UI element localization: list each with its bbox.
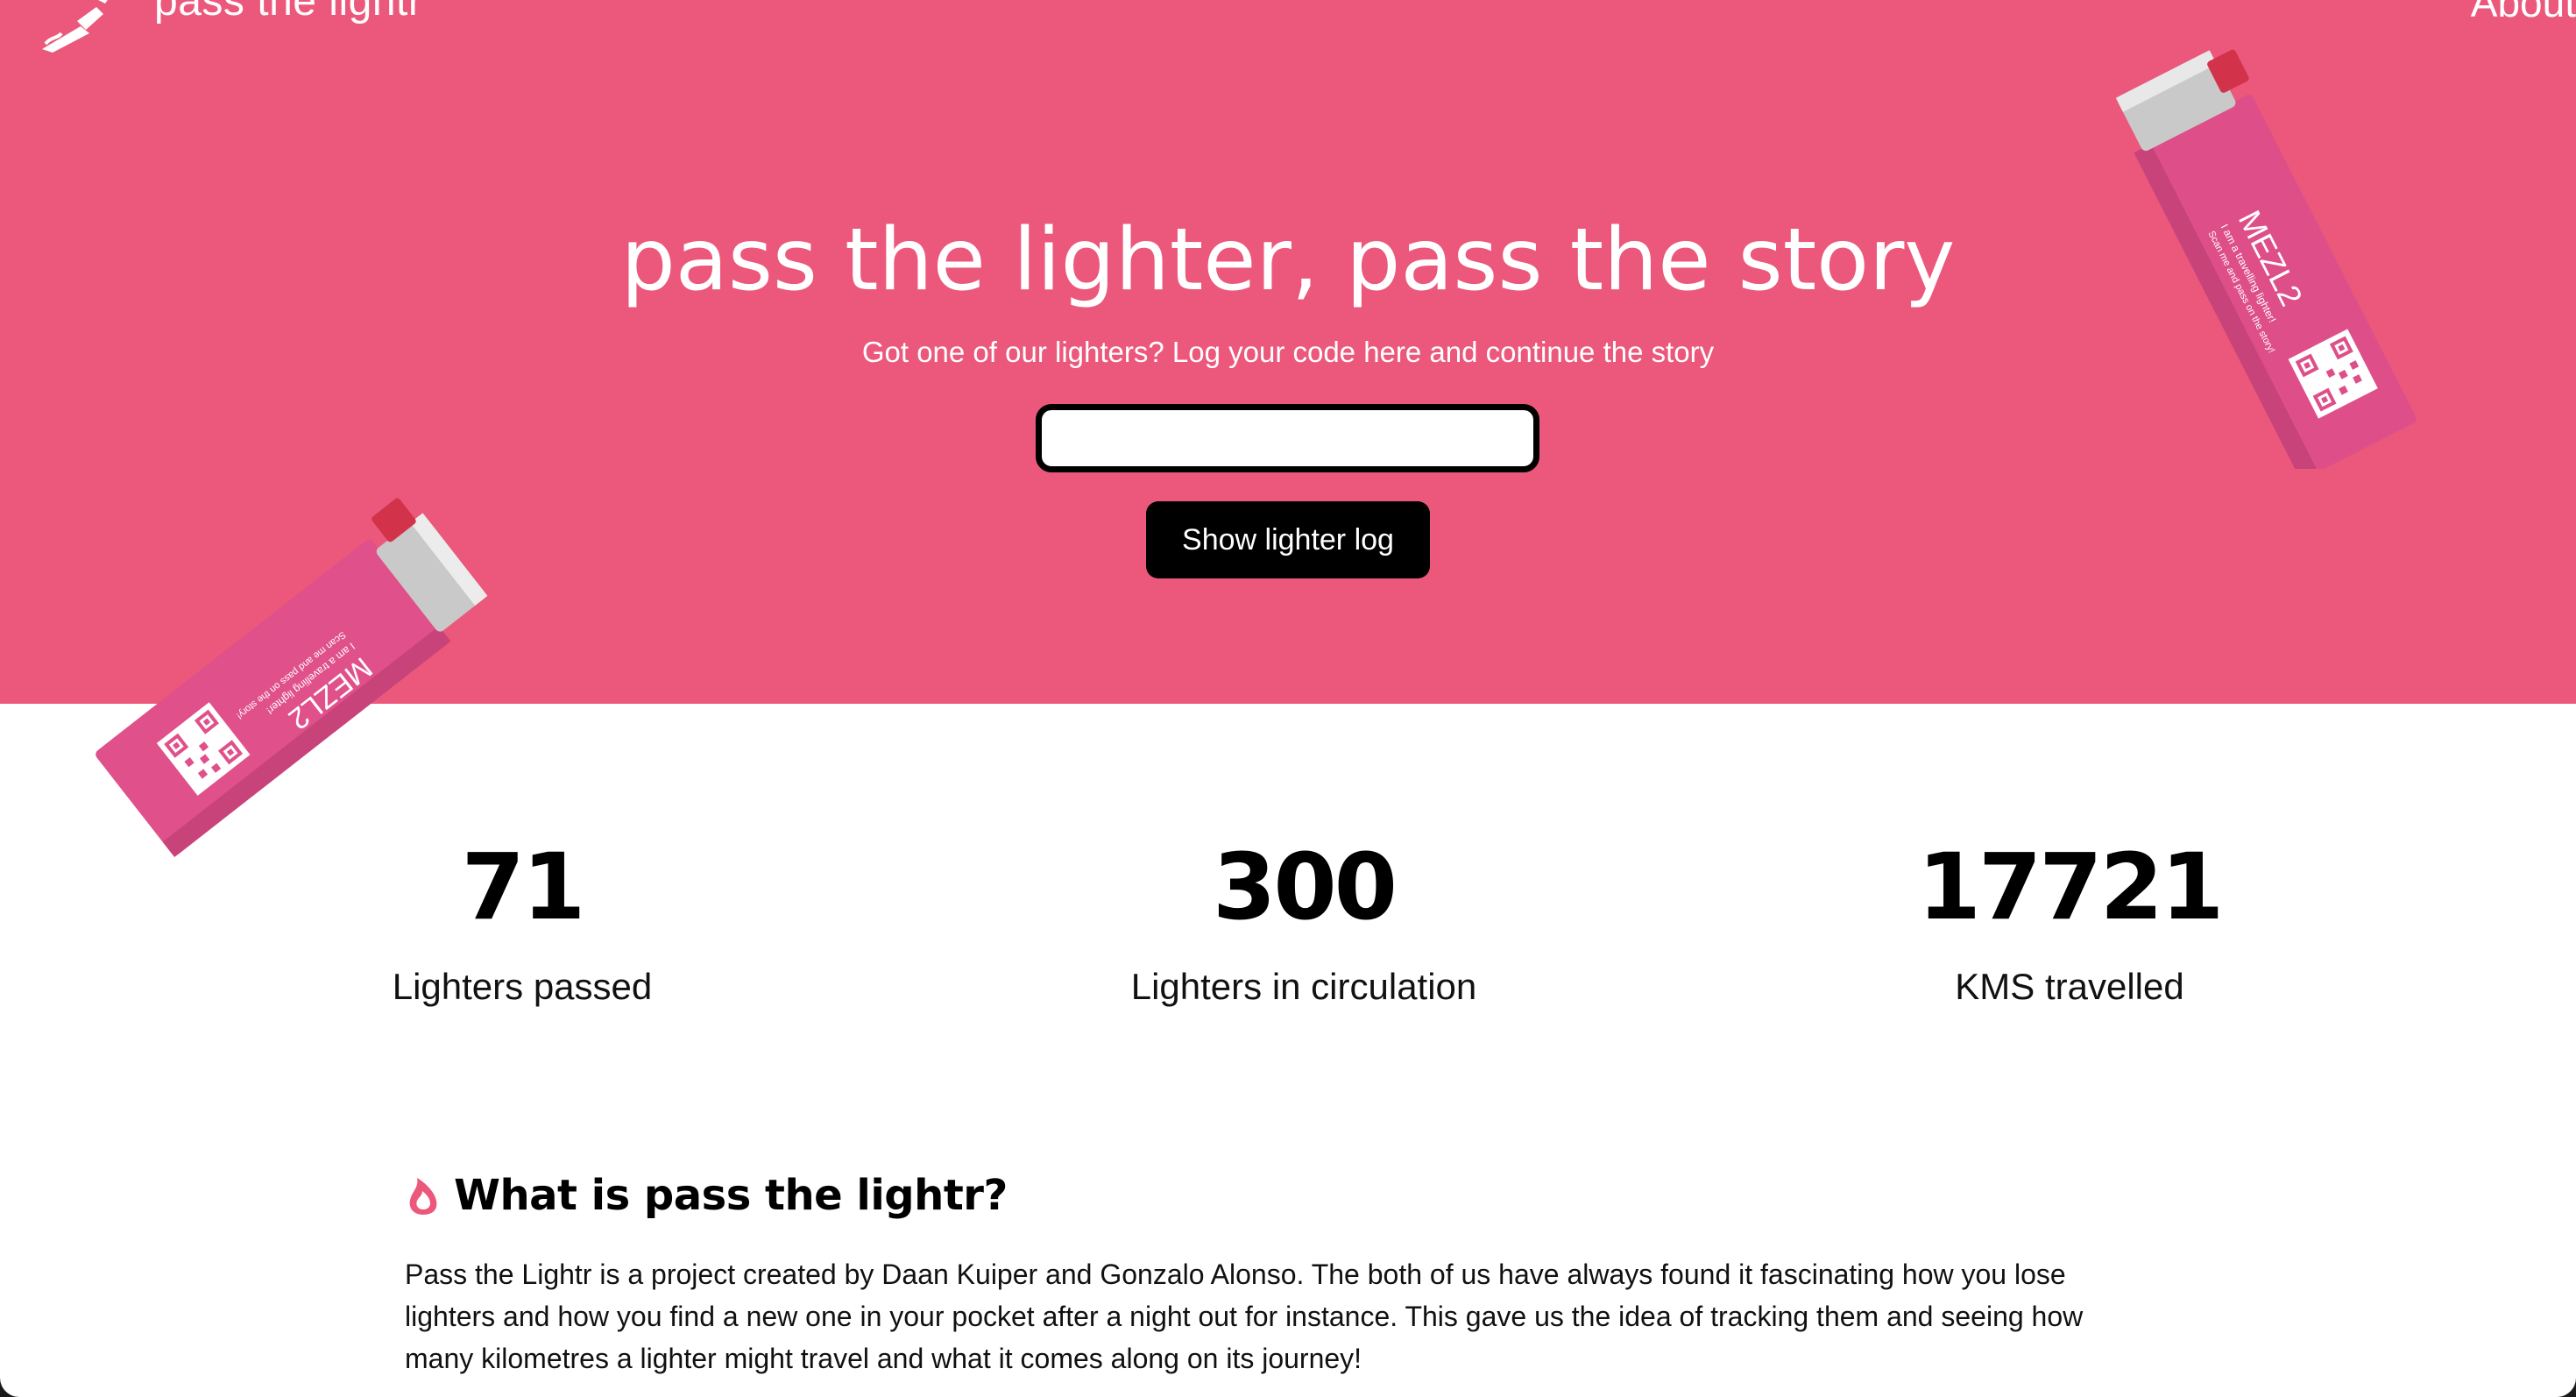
lighter-illustration-left: MEZL2 I am a travelling lighter! Scan me… — [96, 498, 488, 858]
page: pass the lightr About pass the lighter, … — [0, 0, 2576, 1397]
show-lighter-log-button[interactable]: Show lighter log — [1146, 501, 1430, 578]
about-paragraph: Pass the Lightr is a project created by … — [405, 1259, 2084, 1374]
flame-icon — [409, 1178, 437, 1215]
stat-lighters-passed: 71 Lighters passed — [216, 841, 829, 1008]
stat-value: 300 — [1212, 833, 1398, 940]
about-heading: What is pass the lightr? — [454, 1171, 1008, 1220]
lighter-flame-logo-icon[interactable] — [35, 0, 123, 54]
stat-label: Lighters in circulation — [1130, 966, 1477, 1007]
stat-lighters-in-circulation: 300 Lighters in circulation — [997, 841, 1610, 1008]
about-section-heading: What is pass the lightr? — [405, 1171, 1008, 1220]
stat-value: 17721 — [1917, 833, 2225, 940]
lighter-body — [96, 539, 449, 855]
lighter-code-input[interactable] — [1036, 404, 1539, 472]
stat-kms-travelled: 17721 KMS travelled — [1763, 841, 2376, 1008]
about-link[interactable]: About — [2471, 0, 2576, 26]
lighter-illustration-right: MEZL2 I am a travelling lighter! Scan me… — [2115, 49, 2417, 469]
brand-name[interactable]: pass the lightr — [154, 0, 422, 25]
stat-value: 71 — [461, 833, 586, 940]
stat-label: Lighters passed — [392, 966, 653, 1007]
stat-label: KMS travelled — [1955, 966, 2184, 1007]
